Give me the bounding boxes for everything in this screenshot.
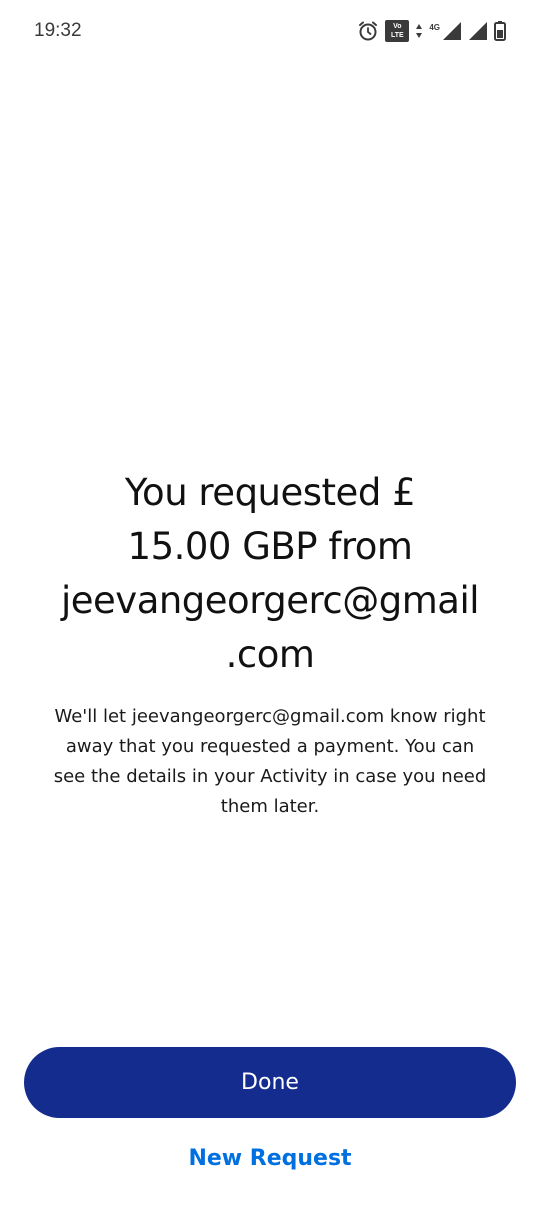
request-confirmation-screen: 19:32 Vo LTE 4G You requested £ 15.00 GB… [0,0,540,1206]
done-button[interactable]: Done [24,1047,516,1118]
alarm-icon [357,20,379,42]
headline-line: jeevangeorgerc@gmail [60,579,480,622]
message-line: them later. [220,796,320,817]
volte-icon: Vo LTE [385,20,410,42]
headline-line: 15.00 GBP from [127,525,413,568]
signal-icon [468,21,488,41]
headline-line: .com [225,633,315,676]
new-request-link[interactable]: New Request [0,1146,540,1171]
network-type-label: 4G [429,22,440,32]
message-line: We'll let jeevangeorgerc@gmail.com know … [54,706,486,727]
status-icons: Vo LTE 4G [357,18,506,44]
volte-line1: Vo [393,23,402,30]
confirmation-headline: You requested £ 15.00 GBP from jeevangeo… [30,466,510,682]
signal-icon [442,21,462,41]
data-arrows-icon [415,23,423,39]
headline-line: You requested £ [124,471,416,514]
status-time: 19:32 [34,20,82,41]
confirmation-message: We'll let jeevangeorgerc@gmail.com know … [40,702,500,822]
volte-line2: LTE [390,32,404,39]
status-bar: 19:32 Vo LTE 4G [0,0,540,62]
message-line: away that you requested a payment. You c… [65,736,475,757]
message-line: see the details in your Activity in case… [53,766,487,787]
battery-icon [494,21,506,41]
